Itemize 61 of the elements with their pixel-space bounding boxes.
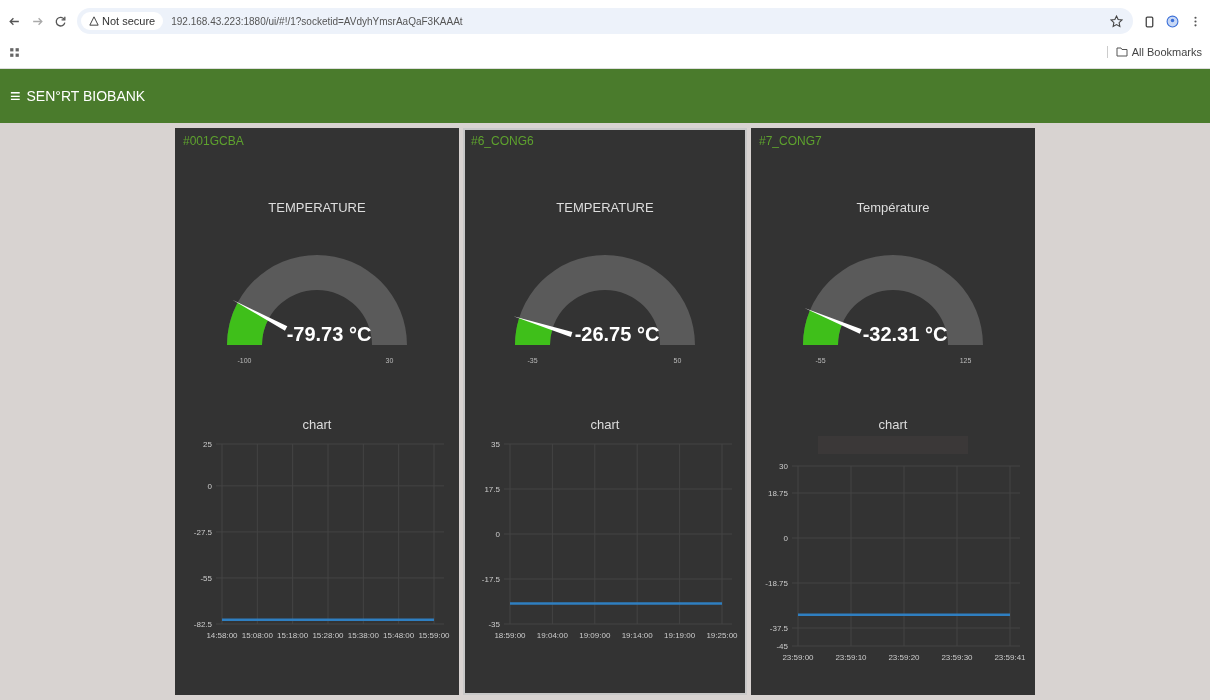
warning-icon — [89, 16, 99, 26]
x-tick-label: 19:04:00 — [536, 631, 568, 640]
all-bookmarks-button[interactable]: All Bookmarks — [1106, 46, 1202, 58]
x-tick-label: 19:25:00 — [706, 631, 738, 640]
x-tick-label: 23:59:41 — [994, 653, 1026, 662]
y-tick-label: -17.5 — [481, 575, 500, 584]
chart-title: chart — [878, 417, 908, 432]
security-chip[interactable]: Not secure — [81, 12, 164, 30]
gauge-value: -32.31 °C — [862, 323, 948, 345]
y-tick-label: 25 — [203, 440, 212, 449]
card-title: #7_CONG7 — [758, 134, 822, 148]
menu-button[interactable]: ≡ — [10, 85, 21, 107]
profile-icon[interactable] — [1166, 14, 1179, 28]
y-tick-label: -18.75 — [765, 579, 788, 588]
y-tick-label: -45 — [776, 642, 788, 651]
chart-title: chart — [302, 417, 332, 432]
gauge-value: -26.75 °C — [574, 323, 660, 345]
y-tick-label: 0 — [495, 530, 500, 539]
x-tick-label: 23:59:10 — [835, 653, 867, 662]
reload-icon[interactable] — [54, 14, 67, 28]
x-tick-label: 19:14:00 — [621, 631, 653, 640]
y-tick-label: -27.5 — [193, 527, 212, 537]
y-tick-label: 30 — [779, 462, 788, 471]
gauge-needle — [232, 299, 288, 331]
y-tick-label: 17.5 — [484, 485, 500, 494]
y-tick-label: -82.5 — [193, 620, 212, 629]
folder-icon — [1115, 47, 1128, 57]
app-title: SEN°RT BIOBANK — [26, 88, 146, 104]
x-tick-label: 15:28:00 — [312, 631, 344, 640]
gauge-title: Température — [856, 200, 930, 215]
x-tick-label: 19:09:00 — [579, 631, 611, 640]
x-tick-label: 15:48:00 — [383, 631, 415, 640]
y-tick-label: 35 — [491, 440, 500, 449]
apps-grid-icon[interactable] — [8, 45, 21, 59]
x-tick-label: 14:58:00 — [206, 631, 238, 640]
chart-title: chart — [590, 417, 620, 432]
url-text: 192.168.43.223:1880/ui/#!/1?socketid=AVdyhYmsrAaQaF3KAAAt — [171, 15, 464, 27]
x-tick-label: 15:59:00 — [418, 631, 450, 640]
y-tick-label: -35 — [488, 620, 500, 629]
x-tick-label: 15:18:00 — [277, 631, 309, 640]
star-icon[interactable] — [1110, 14, 1123, 28]
card-title: #001GCBA — [182, 134, 244, 148]
x-tick-label: 15:38:00 — [347, 631, 379, 640]
x-tick-label: 23:59:30 — [941, 653, 973, 662]
y-tick-label: 0 — [207, 481, 212, 491]
card-title: #6_CONG6 — [470, 134, 534, 148]
y-tick-label: 0 — [783, 534, 788, 543]
x-tick-label: 23:59:20 — [888, 653, 920, 662]
gauge-title: TEMPERATURE — [268, 200, 366, 215]
y-tick-label: 18.75 — [767, 489, 788, 498]
x-tick-label: 18:59:00 — [494, 631, 526, 640]
x-tick-label: 23:59:00 — [782, 653, 814, 662]
gauge-needle — [513, 316, 573, 337]
y-tick-label: -55 — [200, 573, 212, 583]
x-tick-label: 19:19:00 — [664, 631, 696, 640]
y-tick-label: -37.5 — [769, 624, 788, 633]
extension-icon[interactable] — [1143, 14, 1156, 28]
x-tick-label: 15:08:00 — [241, 631, 273, 640]
gauge-title: TEMPERATURE — [556, 200, 654, 215]
address-bar[interactable]: Not secure 192.168.43.223:1880/ui/#!/1?socketid=AVdyhYmsrAaQaF3KAAAt — [77, 8, 1133, 34]
gauge-value: -79.73 °C — [286, 323, 372, 345]
